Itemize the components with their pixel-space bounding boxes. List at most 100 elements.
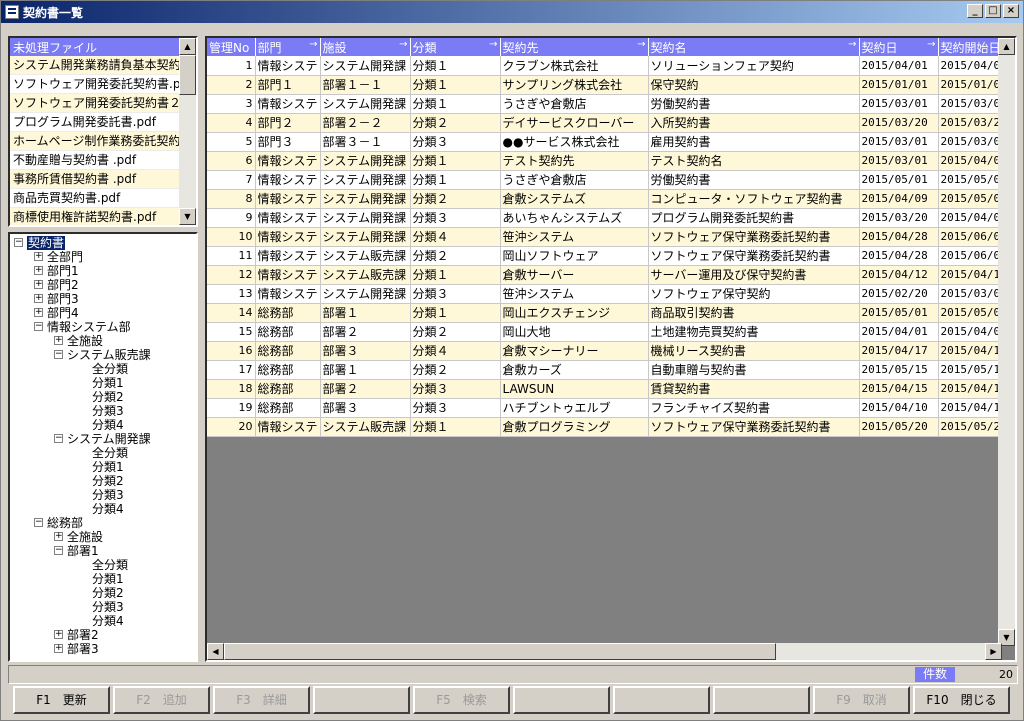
- table-row[interactable]: 20 情報システ システム販売課 分類１ 倉敷プログラミング ソフトウェア保守業務委託契約…: [207, 417, 1015, 437]
- function-key-8-button[interactable]: [713, 686, 810, 714]
- file-list-item[interactable]: 商標使用権許諾契約書.pdf: [10, 208, 180, 225]
- file-list-item[interactable]: プログラム開発委託書.pdf: [10, 113, 180, 132]
- tree-node[interactable]: システム開発課: [67, 432, 151, 446]
- table-row[interactable]: 9 情報システ システム開発課 分類３ あいちゃんシステムズ プログラム開発委託契約書 20…: [207, 208, 1015, 228]
- table-row[interactable]: 19 総務部 部署３ 分類３ ハチブントゥエルブ フランチャイズ契約書 2015/04/10…: [207, 398, 1015, 418]
- column-header[interactable]: 部門 →: [255, 38, 321, 56]
- function-key-9-button[interactable]: F9 取消: [813, 686, 910, 714]
- function-key-10-button[interactable]: F10 閉じる: [913, 686, 1010, 714]
- minimize-button[interactable]: _: [967, 4, 983, 18]
- tree-node[interactable]: 分類3: [92, 404, 124, 418]
- tree-node[interactable]: 部署2: [67, 628, 99, 642]
- tree-node[interactable]: 分類2: [92, 586, 124, 600]
- table-row[interactable]: 1 情報システ システム開発課 分類１ クラブン株式会社 ソリューションフェア契約 2015…: [207, 56, 1015, 76]
- file-list-item[interactable]: システム開発業務請負基本契約: [10, 56, 180, 75]
- tree-collapse-icon[interactable]: −: [34, 518, 43, 527]
- tree-node[interactable]: 分類1: [92, 460, 124, 474]
- tree-node[interactable]: 分類3: [92, 488, 124, 502]
- function-key-3-button[interactable]: F3 詳細: [213, 686, 310, 714]
- table-row[interactable]: 13 情報システ システム開発課 分類３ 笹沖システム ソフトウェア保守契約 2015/02…: [207, 284, 1015, 304]
- tree-expand-icon[interactable]: +: [34, 294, 43, 303]
- tree-node[interactable]: 部門3: [47, 292, 79, 306]
- scroll-down-icon[interactable]: ▼: [179, 208, 196, 225]
- tree-node[interactable]: 全分類: [92, 446, 128, 460]
- file-list-item[interactable]: 不動産贈与契約書 .pdf: [10, 151, 180, 170]
- tree-node[interactable]: 分類3: [92, 600, 124, 614]
- tree-node[interactable]: 総務部: [47, 516, 83, 530]
- column-header[interactable]: 管理No: [207, 38, 256, 56]
- tree-node[interactable]: 部門1: [47, 264, 79, 278]
- function-key-4-button[interactable]: [313, 686, 410, 714]
- tree-node[interactable]: 分類2: [92, 390, 124, 404]
- grid-horizontal-scrollbar[interactable]: ◀ ▶: [207, 643, 1002, 660]
- file-list-scroll-thumb[interactable]: [179, 55, 196, 95]
- tree-expand-icon[interactable]: +: [34, 266, 43, 275]
- category-tree[interactable]: − 契約書 + 全部門 + 部門1 + 部門2 + 部門3 + 部門4− 情報システム部 + 全施設 − システ…: [8, 232, 198, 662]
- tree-node[interactable]: 部署1: [67, 544, 99, 558]
- tree-expand-icon[interactable]: +: [54, 630, 63, 639]
- scroll-up-icon[interactable]: ▲: [179, 38, 196, 55]
- grid-hscroll-thumb[interactable]: [224, 643, 776, 660]
- tree-node[interactable]: 全分類: [92, 362, 128, 376]
- column-header[interactable]: 分類 →: [410, 38, 501, 56]
- tree-node[interactable]: 部門4: [47, 306, 79, 320]
- tree-expand-icon[interactable]: +: [34, 308, 43, 317]
- tree-node[interactable]: 分類4: [92, 502, 124, 516]
- tree-collapse-icon[interactable]: −: [54, 546, 63, 555]
- function-key-5-button[interactable]: F5 検索: [413, 686, 510, 714]
- table-row[interactable]: 18 総務部 部署２ 分類３ LAWSUN 賃貸契約書 2015/04/15 2015/04/…: [207, 379, 1015, 399]
- tree-node[interactable]: 契約書: [27, 236, 66, 250]
- tree-node[interactable]: 分類2: [92, 474, 124, 488]
- function-key-1-button[interactable]: F1 更新: [13, 686, 110, 714]
- column-header[interactable]: 契約名 →: [648, 38, 860, 56]
- tree-node[interactable]: 全分類: [92, 558, 128, 572]
- tree-expand-icon[interactable]: +: [54, 644, 63, 653]
- tree-collapse-icon[interactable]: −: [34, 322, 43, 331]
- table-row[interactable]: 5 部門３ 部署３－１ 分類３ ●●サービス株式会社 雇用契約書 2015/03/01 201…: [207, 132, 1015, 152]
- close-button[interactable]: ×: [1003, 4, 1019, 18]
- tree-node[interactable]: 部門2: [47, 278, 79, 292]
- table-row[interactable]: 8 情報システ システム開発課 分類２ 倉敷システムズ コンピュータ・ソフトウェア契約書 2…: [207, 189, 1015, 209]
- table-row[interactable]: 15 総務部 部署２ 分類２ 岡山大地 土地建物売買契約書 2015/04/01 2015/0…: [207, 322, 1015, 342]
- grid-scroll-right-icon[interactable]: ▶: [985, 643, 1002, 660]
- tree-node[interactable]: 情報システム部: [47, 320, 131, 334]
- table-row[interactable]: 12 情報システ システム販売課 分類１ 倉敷サーバー サーバー運用及び保守契約書 2015…: [207, 265, 1015, 285]
- tree-node[interactable]: 分類4: [92, 614, 124, 628]
- file-list-scrollbar[interactable]: ▲ ▼: [179, 38, 196, 225]
- table-row[interactable]: 2 部門１ 部署１－１ 分類１ サンプリング株式会社 保守契約 2015/01/01 2015…: [207, 75, 1015, 95]
- file-list-item[interactable]: ソフトウェア開発委託契約書２: [10, 94, 180, 113]
- tree-node[interactable]: 分類4: [92, 418, 124, 432]
- title-bar[interactable]: 契約書一覧 _ □ ×: [1, 1, 1023, 23]
- tree-expand-icon[interactable]: +: [54, 532, 63, 541]
- function-key-6-button[interactable]: [513, 686, 610, 714]
- tree-node[interactable]: 全施設: [67, 334, 103, 348]
- file-list-item[interactable]: ホームページ制作業務委託契約: [10, 132, 180, 151]
- tree-collapse-icon[interactable]: −: [54, 434, 63, 443]
- tree-node[interactable]: 分類1: [92, 572, 124, 586]
- table-row[interactable]: 3 情報システ システム開発課 分類１ うさぎや倉敷店 労働契約書 2015/03/01 20…: [207, 94, 1015, 114]
- tree-expand-icon[interactable]: +: [34, 252, 43, 261]
- tree-node[interactable]: 分類1: [92, 376, 124, 390]
- file-list-item[interactable]: ソフトウェア開発委託契約書.p: [10, 75, 180, 94]
- app-icon[interactable]: [5, 5, 19, 19]
- maximize-button[interactable]: □: [985, 4, 1001, 18]
- column-header[interactable]: 契約日 →: [859, 38, 939, 56]
- column-header[interactable]: 契約先 →: [500, 38, 649, 56]
- function-key-2-button[interactable]: F2 追加: [113, 686, 210, 714]
- table-row[interactable]: 6 情報システ システム開発課 分類１ テスト契約先 テスト契約名 2015/03/01 20…: [207, 151, 1015, 171]
- function-key-7-button[interactable]: [613, 686, 710, 714]
- table-row[interactable]: 7 情報システ システム開発課 分類１ うさぎや倉敷店 労働契約書 2015/05/01 20…: [207, 170, 1015, 190]
- table-row[interactable]: 17 総務部 部署１ 分類２ 倉敷カーズ 自動車贈与契約書 2015/05/15 2015/0…: [207, 360, 1015, 380]
- contract-grid[interactable]: 管理No 部門 → 施設 → 分類 → 契約先 → 契約名 → 契約日 → 契約開始日 1 情報システ システ…: [205, 36, 1017, 662]
- table-row[interactable]: 11 情報システ システム販売課 分類２ 岡山ソフトウェア ソフトウェア保守業務委託契約書…: [207, 246, 1015, 266]
- grid-scroll-left-icon[interactable]: ◀: [207, 643, 224, 660]
- tree-collapse-icon[interactable]: −: [14, 238, 23, 247]
- grid-scroll-up-icon[interactable]: ▲: [998, 38, 1015, 55]
- tree-expand-icon[interactable]: +: [54, 336, 63, 345]
- file-list-item[interactable]: 事務所賃借契約書 .pdf: [10, 170, 180, 189]
- tree-collapse-icon[interactable]: −: [54, 350, 63, 359]
- column-header[interactable]: 施設 →: [320, 38, 411, 56]
- tree-node[interactable]: システム販売課: [67, 348, 151, 362]
- file-list-item[interactable]: 商品売買契約書.pdf: [10, 189, 180, 208]
- table-row[interactable]: 10 情報システ システム開発課 分類４ 笹沖システム ソフトウェア保守業務委託契約書 20…: [207, 227, 1015, 247]
